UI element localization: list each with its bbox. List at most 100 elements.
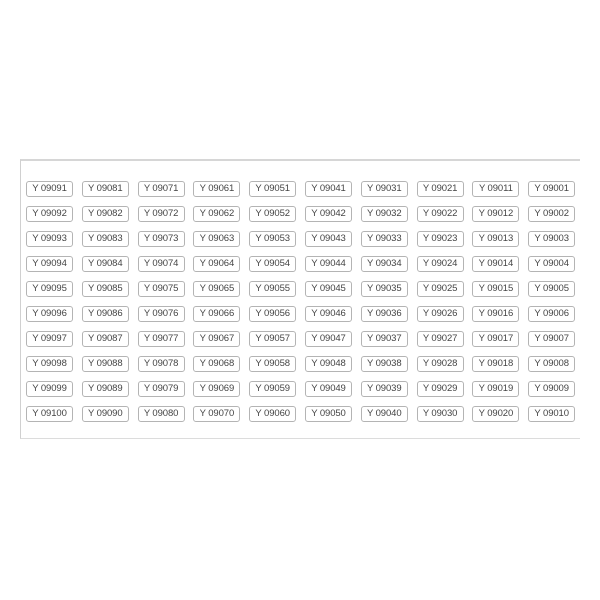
- number-label: Y 09068: [193, 356, 241, 372]
- number-label: Y 09022: [416, 206, 464, 222]
- number-label: Y 09074: [137, 256, 185, 272]
- number-label: Y 09081: [81, 181, 129, 197]
- number-label: Y 09041: [304, 181, 352, 197]
- number-label: Y 09009: [528, 381, 576, 397]
- number-label: Y 09027: [416, 331, 464, 347]
- number-label: Y 09057: [249, 331, 297, 347]
- number-label: Y 09077: [137, 331, 185, 347]
- number-label: Y 09076: [137, 306, 185, 322]
- number-label: Y 09051: [249, 181, 297, 197]
- number-label: Y 09029: [416, 381, 464, 397]
- number-label: Y 09008: [528, 356, 576, 372]
- number-label: Y 09072: [137, 206, 185, 222]
- number-label: Y 09010: [528, 406, 576, 422]
- number-label: Y 09020: [472, 406, 520, 422]
- number-label: Y 09086: [81, 306, 129, 322]
- number-label: Y 09087: [81, 331, 129, 347]
- number-label: Y 09035: [360, 281, 408, 297]
- number-label: Y 09039: [360, 381, 408, 397]
- number-label: Y 09053: [249, 231, 297, 247]
- number-label: Y 09012: [472, 206, 520, 222]
- number-label: Y 09005: [528, 281, 576, 297]
- label-sheet: Y 09091 Y 09081 Y 09071 Y 09061 Y 09051 Y 090…: [20, 159, 580, 439]
- number-label: Y 09023: [416, 231, 464, 247]
- number-label: Y 09088: [81, 356, 129, 372]
- number-label: Y 09040: [360, 406, 408, 422]
- number-label: Y 09036: [360, 306, 408, 322]
- number-label: Y 09069: [193, 381, 241, 397]
- number-label: Y 09016: [472, 306, 520, 322]
- number-label: Y 09093: [26, 231, 73, 247]
- number-label: Y 09052: [249, 206, 297, 222]
- number-label: Y 09045: [304, 281, 352, 297]
- number-label: Y 09011: [472, 181, 520, 197]
- number-label: Y 09092: [26, 206, 73, 222]
- number-label: Y 09099: [26, 381, 73, 397]
- number-label: Y 09003: [528, 231, 576, 247]
- number-label: Y 09064: [193, 256, 241, 272]
- number-label: Y 09071: [137, 181, 185, 197]
- number-label: Y 09061: [193, 181, 241, 197]
- number-label: Y 09065: [193, 281, 241, 297]
- number-label: Y 09038: [360, 356, 408, 372]
- number-label: Y 09031: [360, 181, 408, 197]
- number-label: Y 09082: [81, 206, 129, 222]
- number-label: Y 09034: [360, 256, 408, 272]
- number-label: Y 09079: [137, 381, 185, 397]
- number-label: Y 09043: [304, 231, 352, 247]
- number-label: Y 09097: [26, 331, 73, 347]
- number-label: Y 09060: [249, 406, 297, 422]
- number-label: Y 09058: [249, 356, 297, 372]
- number-label: Y 09026: [416, 306, 464, 322]
- number-label: Y 09083: [81, 231, 129, 247]
- number-label: Y 09044: [304, 256, 352, 272]
- number-label: Y 09049: [304, 381, 352, 397]
- number-label: Y 09004: [528, 256, 576, 272]
- number-label: Y 09085: [81, 281, 129, 297]
- number-label: Y 09046: [304, 306, 352, 322]
- number-label: Y 09080: [137, 406, 185, 422]
- number-label: Y 09032: [360, 206, 408, 222]
- number-label: Y 09090: [81, 406, 129, 422]
- number-label: Y 09091: [26, 181, 73, 197]
- label-grid: Y 09091 Y 09081 Y 09071 Y 09061 Y 09051 Y 090…: [26, 181, 576, 422]
- number-label: Y 09002: [528, 206, 576, 222]
- number-label: Y 09098: [26, 356, 73, 372]
- number-label: Y 09059: [249, 381, 297, 397]
- number-label: Y 09073: [137, 231, 185, 247]
- number-label: Y 09078: [137, 356, 185, 372]
- number-label: Y 09094: [26, 256, 73, 272]
- number-label: Y 09033: [360, 231, 408, 247]
- number-label: Y 09062: [193, 206, 241, 222]
- number-label: Y 09017: [472, 331, 520, 347]
- number-label: Y 09021: [416, 181, 464, 197]
- number-label: Y 09048: [304, 356, 352, 372]
- number-label: Y 09007: [528, 331, 576, 347]
- number-label: Y 09030: [416, 406, 464, 422]
- number-label: Y 09056: [249, 306, 297, 322]
- number-label: Y 09055: [249, 281, 297, 297]
- number-label: Y 09024: [416, 256, 464, 272]
- number-label: Y 09006: [528, 306, 576, 322]
- number-label: Y 09018: [472, 356, 520, 372]
- number-label: Y 09067: [193, 331, 241, 347]
- number-label: Y 09095: [26, 281, 73, 297]
- number-label: Y 09063: [193, 231, 241, 247]
- number-label: Y 09054: [249, 256, 297, 272]
- number-label: Y 09013: [472, 231, 520, 247]
- number-label: Y 09001: [528, 181, 576, 197]
- number-label: Y 09019: [472, 381, 520, 397]
- number-label: Y 09089: [81, 381, 129, 397]
- number-label: Y 09042: [304, 206, 352, 222]
- number-label: Y 09025: [416, 281, 464, 297]
- number-label: Y 09028: [416, 356, 464, 372]
- number-label: Y 09050: [304, 406, 352, 422]
- number-label: Y 09070: [193, 406, 241, 422]
- number-label: Y 09047: [304, 331, 352, 347]
- number-label: Y 09096: [26, 306, 73, 322]
- number-label: Y 09066: [193, 306, 241, 322]
- number-label: Y 09084: [81, 256, 129, 272]
- number-label: Y 09015: [472, 281, 520, 297]
- number-label: Y 09075: [137, 281, 185, 297]
- number-label: Y 09037: [360, 331, 408, 347]
